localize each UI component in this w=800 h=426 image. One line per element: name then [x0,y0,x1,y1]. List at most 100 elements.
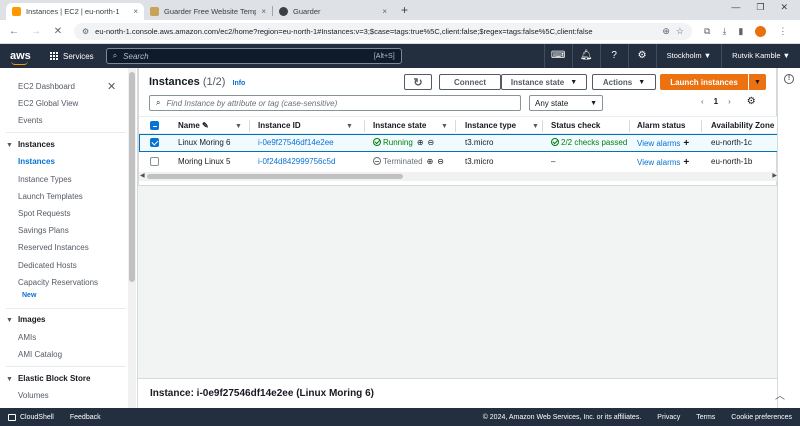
instance-id-link[interactable]: i-0f24d842999756c5d [258,157,335,166]
view-alarms-link[interactable]: View alarms [637,158,680,167]
privacy-link[interactable]: Privacy [657,414,680,421]
close-tab-icon[interactable]: × [382,7,387,16]
sidebar-item-ami-catalog[interactable]: AMI Catalog [18,350,62,359]
sidebar-section-instances[interactable]: ▼ Instances [6,140,55,149]
close-sidebar-icon[interactable]: ✕ [107,80,116,93]
terms-link[interactable]: Terms [696,414,715,421]
add-alarm-icon[interactable]: + [683,157,689,168]
launch-instances-dropdown[interactable]: ▼ [749,74,766,90]
actions-button[interactable]: Actions ▼ [592,74,656,90]
sidebar-section-elastic-block-store[interactable]: ▼ Elastic Block Store [6,374,90,383]
scrollbar-thumb[interactable] [129,72,135,282]
settings-gear-icon[interactable]: ⚙ [627,44,656,68]
address-bar[interactable]: ⚙ eu-north-1.console.aws.amazon.com/ec2/… [74,23,692,40]
instance-id-link[interactable]: i-0e9f27546df14e2ee [258,138,334,147]
close-window-icon[interactable]: ✕ [780,2,788,13]
current-page[interactable]: 1 [714,97,718,106]
add-alarm-icon[interactable]: + [683,138,689,149]
sidebar-item-capacity-reservations[interactable]: Capacity Reservations [18,278,98,287]
browser-tab-ec2[interactable]: Instances | EC2 | eu-north-1 × [6,3,144,20]
minimize-icon[interactable]: — [731,2,740,13]
column-header-availability-zone[interactable]: Availability Zone [711,121,774,130]
sidebar-item-dedicated-hosts[interactable]: Dedicated Hosts [18,261,77,270]
refresh-button[interactable]: ↻ [404,74,432,90]
new-tab-button[interactable]: + [401,3,408,17]
menu-kebab-icon[interactable]: ⋮ [778,26,787,37]
feedback-link[interactable]: Feedback [70,414,101,421]
region-selector[interactable]: Stockholm ▼ [655,44,722,68]
close-tab-icon[interactable]: × [261,7,266,16]
aws-search-input[interactable]: ⌕ Search [Alt+S] [105,48,402,64]
sidebar-item-savings-plans[interactable]: Savings Plans [18,226,69,235]
sidebar-item-spot-requests[interactable]: Spot Requests [18,209,70,218]
column-header-instance-id[interactable]: Instance ID [258,121,301,130]
notifications-bell-icon[interactable]: 🔔︎ [571,44,600,68]
sidebar-item-ec2-dashboard[interactable]: EC2 Dashboard [18,82,75,91]
sidebar-item-amis[interactable]: AMIs [18,333,36,342]
extensions-icon[interactable]: ⧉ [704,26,710,37]
cloudshell-icon[interactable]: ⌨ [543,44,572,68]
chevron-up-icon[interactable]: ︿ [775,387,785,402]
row-checkbox[interactable] [150,138,159,147]
sidebar-item-events[interactable]: Events [18,116,42,125]
zoom-in-icon[interactable]: ⊕ [417,138,424,147]
sidebar-item-reserved-instances[interactable]: Reserved Instances [18,243,89,252]
zoom-in-icon[interactable]: ⊕ [427,157,434,166]
sidebar-section-images[interactable]: ▼ Images [6,315,46,324]
instance-state-button[interactable]: Instance state ▼ [501,74,587,90]
aws-logo[interactable]: aws [10,50,38,65]
info-panel-icon[interactable]: ! [784,74,794,84]
zoom-icon[interactable]: ⊕ [662,26,670,37]
zoom-out-icon[interactable]: ⊖ [437,157,444,166]
column-header-instance-type[interactable]: Instance type [465,121,516,130]
forward-icon[interactable]: → [28,26,44,37]
table-settings-gear-icon[interactable]: ⚙ [747,96,756,107]
sidebar-icon[interactable]: ▮ [738,26,743,37]
sidebar-item-volumes[interactable]: Volumes [18,391,49,400]
connect-button[interactable]: Connect [439,74,501,90]
profile-avatar[interactable] [755,26,767,37]
sidebar-item-instances[interactable]: Instances [18,157,55,166]
sidebar-item-ec2-global-view[interactable]: EC2 Global View [18,99,78,108]
column-header-instance-state[interactable]: Instance state [373,121,426,130]
browser-tab-guarder-template[interactable]: Guarder Free Website Template × [144,3,272,20]
column-header-alarm-status[interactable]: Alarm status [637,121,685,130]
launch-instances-button[interactable]: Launch instances [660,74,748,90]
maximize-icon[interactable]: ❐ [756,2,764,13]
sort-icon[interactable]: ▼ [532,121,539,130]
cloudshell-button[interactable]: CloudShell [8,413,54,421]
scrollbar-thumb[interactable] [147,174,403,179]
sidebar-scrollbar[interactable] [128,68,136,408]
table-horizontal-scrollbar[interactable]: ◀ ▶ [139,172,778,181]
table-row[interactable]: Moring Linux 5 i-0f24d842999756c5d Termi… [139,153,778,171]
download-icon[interactable]: ⤓ [722,26,726,37]
site-info-icon[interactable]: ⚙ [82,27,89,36]
table-row[interactable]: Linux Moring 6 i-0e9f27546df14e2ee Runni… [139,134,778,152]
sidebar-item-instance-types[interactable]: Instance Types [18,175,72,184]
sort-icon[interactable]: ▼ [346,121,353,130]
cookie-preferences-link[interactable]: Cookie preferences [731,414,792,421]
column-header-name[interactable]: Name ✎ [178,121,209,130]
zoom-out-icon[interactable]: ⊖ [428,138,435,147]
state-filter-select[interactable]: Any state ▼ [529,95,603,111]
select-all-checkbox[interactable] [150,121,159,130]
services-menu-button[interactable]: Services [50,52,94,61]
stop-icon[interactable]: ✕ [50,26,66,37]
bookmark-star-icon[interactable]: ☆ [676,26,684,37]
close-tab-icon[interactable]: × [133,7,138,16]
sidebar-item-launch-templates[interactable]: Launch Templates [18,192,83,201]
browser-tab-guarder[interactable]: Guarder × [273,3,393,20]
help-icon[interactable]: ? [599,44,628,68]
column-header-status-check[interactable]: Status check [551,121,600,130]
info-link[interactable]: Info [233,80,246,87]
row-checkbox[interactable] [150,157,159,166]
sort-icon[interactable]: ▼ [441,121,448,130]
prev-page-icon[interactable]: ‹ [701,97,704,106]
sort-icon[interactable]: ▼ [235,121,242,130]
account-menu[interactable]: Rutvik Kamble ▼ [721,44,800,68]
instance-filter-input[interactable]: ⌕ Find Instance by attribute or tag (cas… [149,95,521,111]
next-page-icon[interactable]: › [728,97,731,106]
scroll-left-icon[interactable]: ◀ [140,172,145,179]
view-alarms-link[interactable]: View alarms [637,139,680,148]
back-icon[interactable]: ← [6,26,22,37]
